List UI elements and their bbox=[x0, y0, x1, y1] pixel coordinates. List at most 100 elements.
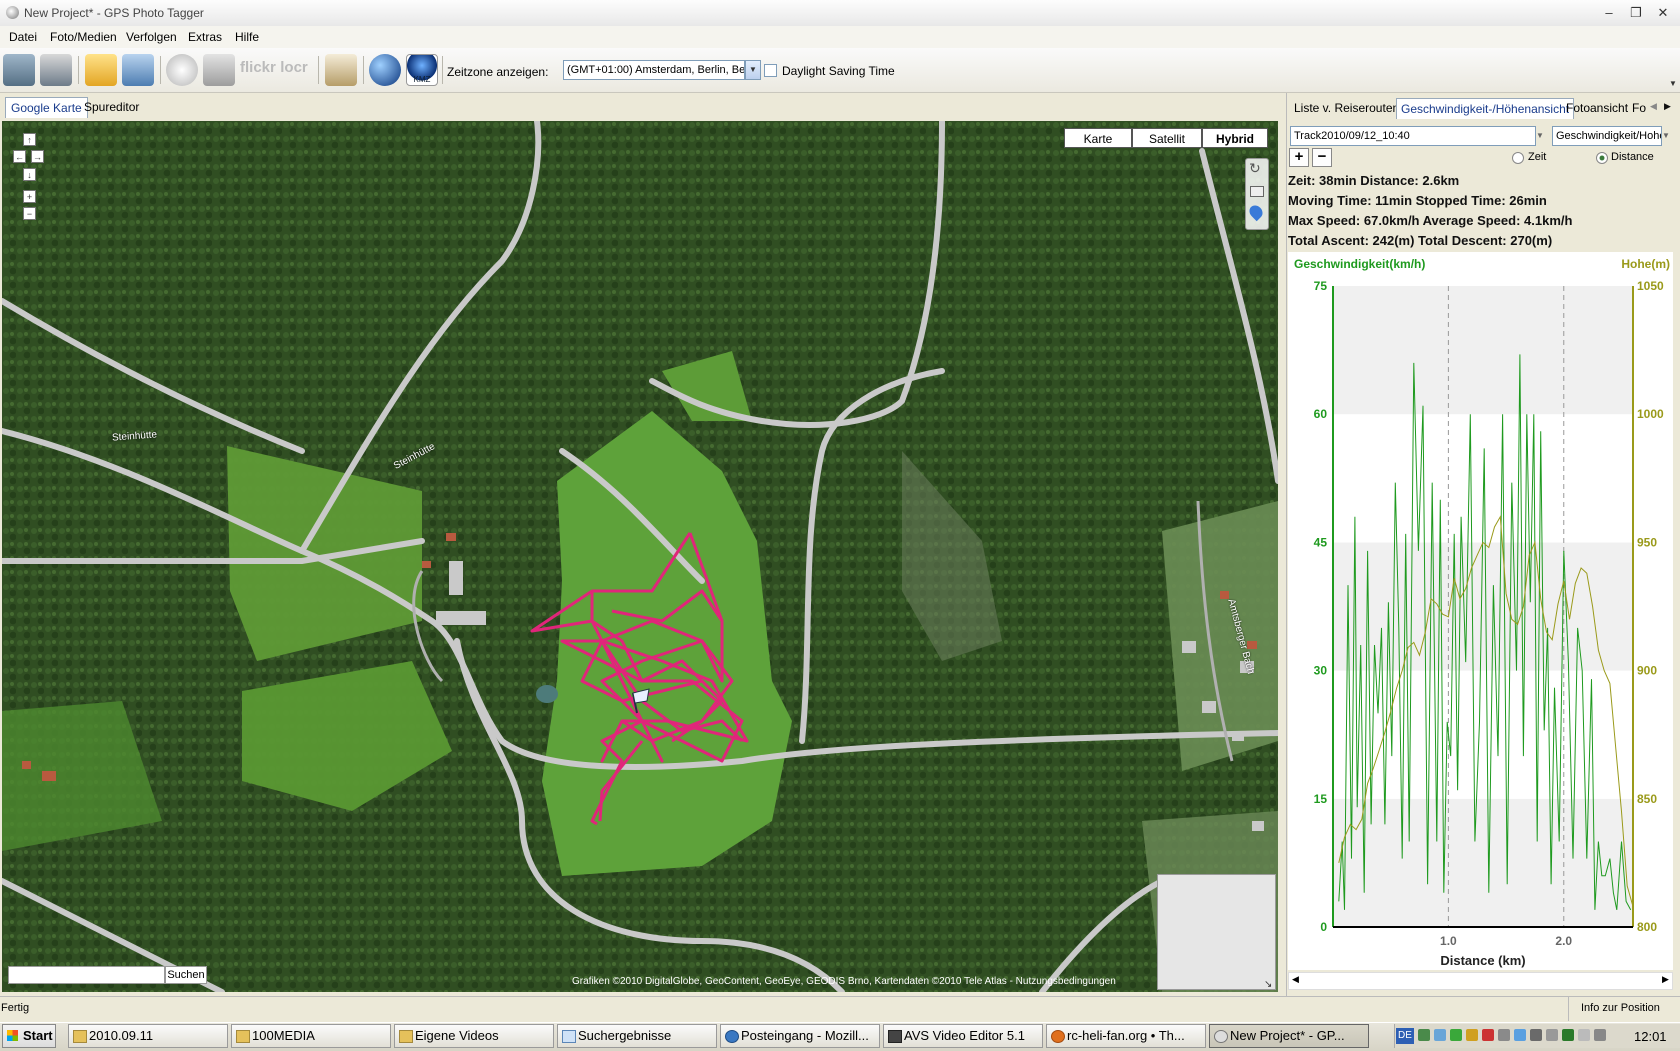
tab-scroll-left-icon[interactable]: ◀ bbox=[1650, 101, 1657, 112]
maximize-button[interactable]: ❐ bbox=[1625, 4, 1647, 22]
zoom-out-button[interactable]: − bbox=[1312, 148, 1332, 167]
zoom-in-button[interactable]: + bbox=[1289, 148, 1309, 167]
taskbar-item[interactable]: 100MEDIA bbox=[231, 1024, 391, 1048]
folder-icon bbox=[236, 1030, 250, 1043]
tray-icon[interactable] bbox=[1434, 1029, 1446, 1041]
zoom-out-icon[interactable]: − bbox=[23, 207, 36, 220]
tab-geschwindigkeit-hoehe[interactable]: Geschwindigkeit-/Höhenansicht bbox=[1396, 98, 1575, 119]
toolbar-overflow-icon[interactable]: ▼ bbox=[1669, 79, 1679, 91]
map-copyright: Grafiken ©2010 DigitalGlobe, GeoContent,… bbox=[572, 976, 1116, 987]
download-icon[interactable] bbox=[40, 54, 72, 86]
taskbar-item[interactable]: Eigene Videos bbox=[394, 1024, 554, 1048]
y-left-tick-label: 75 bbox=[1314, 279, 1328, 293]
layer-icon[interactable] bbox=[1250, 186, 1264, 197]
clock[interactable]: 12:01 bbox=[1634, 1029, 1667, 1044]
timezone-select[interactable]: (GMT+01:00) Amsterdam, Berlin, Bern bbox=[563, 60, 745, 80]
open-folder-icon[interactable] bbox=[85, 54, 117, 86]
google-earth-icon[interactable] bbox=[369, 54, 401, 86]
y-right-tick-label: 1000 bbox=[1637, 407, 1664, 421]
y-right-axis-label: Hohe(m) bbox=[1621, 257, 1670, 271]
menu-extras[interactable]: Extras bbox=[188, 30, 222, 44]
y-right-tick-label: 1050 bbox=[1637, 279, 1664, 293]
speed-height-chart[interactable]: 1.0 2.0 0 15 30 45 60 75 800 850 900 950 1000 1050 Ges… bbox=[1288, 252, 1673, 970]
taskbar-item[interactable]: AVS Video Editor 5.1 bbox=[883, 1024, 1043, 1048]
y-right-tick-label: 800 bbox=[1637, 920, 1657, 934]
chevron-down-icon[interactable]: ▼ bbox=[745, 60, 761, 80]
language-indicator[interactable]: DE bbox=[1396, 1028, 1414, 1044]
horizontal-scrollbar[interactable]: ◀ ▶ bbox=[1288, 972, 1673, 990]
tab-fotoansicht[interactable]: Fotoansicht bbox=[1562, 98, 1632, 118]
taskbar-item[interactable]: rc-heli-fan.org • Th... bbox=[1046, 1024, 1206, 1048]
tab-google-karte[interactable]: Google Karte bbox=[5, 97, 88, 118]
firefox-icon bbox=[1051, 1030, 1065, 1043]
stat-speed: Max Speed: 67.0km/h Average Speed: 4.1km… bbox=[1288, 213, 1573, 228]
chevron-down-icon[interactable]: ▼ bbox=[1536, 126, 1550, 146]
tray-network-icon[interactable] bbox=[1418, 1029, 1430, 1041]
photos-icon[interactable] bbox=[122, 54, 154, 86]
y-right-tick-label: 850 bbox=[1637, 792, 1657, 806]
chevron-down-icon[interactable]: ▼ bbox=[1662, 126, 1676, 146]
map-search-input[interactable] bbox=[8, 966, 165, 984]
x-axis-label: Distance (km) bbox=[1440, 953, 1525, 968]
map-type-karte[interactable]: Karte bbox=[1064, 128, 1132, 148]
resize-grip-icon[interactable]: ↘ bbox=[1264, 979, 1272, 990]
menu-verfolgen[interactable]: Verfolgen bbox=[126, 30, 177, 44]
report-icon[interactable] bbox=[325, 54, 357, 86]
taskbar-item[interactable]: 2010.09.11 bbox=[68, 1024, 228, 1048]
satellite-map[interactable]: Steinhütte Steinhütte Amtsberger Bach bbox=[2, 121, 1278, 992]
clock-icon[interactable] bbox=[166, 54, 198, 86]
pan-left-icon[interactable]: ← bbox=[13, 150, 26, 163]
menu-hilfe[interactable]: Hilfe bbox=[235, 30, 259, 44]
map-search-button[interactable]: Suchen bbox=[165, 966, 207, 984]
chart-svg: 1.0 2.0 0 15 30 45 60 75 800 850 900 950 1000 1050 Ges… bbox=[1294, 257, 1670, 968]
tray-icon[interactable] bbox=[1514, 1029, 1526, 1041]
toolbar-separator bbox=[160, 56, 161, 84]
tray-icon[interactable] bbox=[1450, 1029, 1462, 1041]
mail-icon bbox=[725, 1030, 739, 1043]
refresh-icon[interactable]: ↻ bbox=[1249, 160, 1261, 177]
view-select[interactable]: Geschwindigkeit/Hohe bbox=[1552, 126, 1662, 146]
tray-icon[interactable] bbox=[1498, 1029, 1510, 1041]
pan-up-icon[interactable]: ↑ bbox=[23, 133, 36, 146]
camera-icon[interactable] bbox=[203, 54, 235, 86]
track-select[interactable]: Track2010/09/12_10:40 bbox=[1290, 126, 1536, 146]
tab-reiserouten[interactable]: Liste v. Reiserouten bbox=[1290, 98, 1403, 118]
tray-icon[interactable] bbox=[1482, 1029, 1494, 1041]
map-type-hybrid[interactable]: Hybrid bbox=[1202, 128, 1268, 148]
map-imagery bbox=[2, 121, 1278, 992]
tab-more[interactable]: Fo bbox=[1628, 98, 1648, 118]
kmz-icon[interactable]: KMZ bbox=[406, 54, 438, 86]
map-type-satellit[interactable]: Satellit bbox=[1132, 128, 1202, 148]
y-left-tick-label: 30 bbox=[1314, 664, 1328, 678]
tray-icon[interactable] bbox=[1546, 1029, 1558, 1041]
status-separator bbox=[1568, 997, 1569, 1021]
y-left-tick-label: 0 bbox=[1320, 920, 1327, 934]
search-icon bbox=[562, 1030, 576, 1043]
folder-icon bbox=[399, 1030, 413, 1043]
radio-zeit[interactable] bbox=[1512, 152, 1524, 164]
taskbar-item[interactable]: Posteingang - Mozill... bbox=[720, 1024, 880, 1048]
tab-scroll-right-icon[interactable]: ▶ bbox=[1664, 101, 1671, 112]
tray-volume-icon[interactable] bbox=[1578, 1029, 1590, 1041]
locr-icon[interactable]: locr bbox=[278, 54, 310, 86]
tray-icon[interactable] bbox=[1594, 1029, 1606, 1041]
pan-right-icon[interactable]: → bbox=[31, 150, 44, 163]
y-left-tick-label: 45 bbox=[1314, 535, 1328, 549]
minimize-button[interactable]: – bbox=[1598, 4, 1620, 22]
map-overview[interactable] bbox=[1157, 874, 1276, 990]
taskbar-item[interactable]: Suchergebnisse bbox=[557, 1024, 717, 1048]
taskbar-item-active[interactable]: New Project* - GP... bbox=[1209, 1024, 1369, 1048]
gps-device-icon[interactable] bbox=[3, 54, 35, 86]
tray-icon[interactable] bbox=[1530, 1029, 1542, 1041]
menu-datei[interactable]: Datei bbox=[9, 30, 37, 44]
daylight-saving-checkbox[interactable] bbox=[764, 64, 777, 77]
menu-foto-medien[interactable]: Foto/Medien bbox=[50, 30, 117, 44]
tray-icon[interactable] bbox=[1562, 1029, 1574, 1041]
close-button[interactable]: ✕ bbox=[1652, 4, 1674, 22]
zoom-in-icon[interactable]: + bbox=[23, 190, 36, 203]
pan-down-icon[interactable]: ↓ bbox=[23, 168, 36, 181]
radio-distance[interactable] bbox=[1596, 152, 1608, 164]
flickr-icon[interactable]: flickr bbox=[240, 54, 276, 86]
tab-spureditor[interactable]: Spureditor bbox=[79, 97, 144, 117]
tray-icon[interactable] bbox=[1466, 1029, 1478, 1041]
